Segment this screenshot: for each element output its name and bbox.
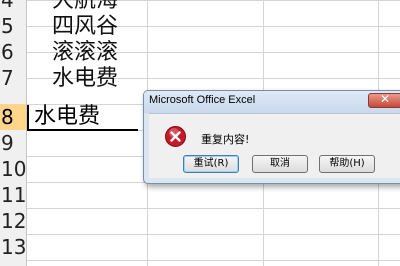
error-dialog: Microsoft Office Excel ✕ 重复内容! 重试(R) 取消 … [143,90,400,184]
cell-text[interactable]: 四风谷 [52,14,118,40]
row-number-selected[interactable]: 8 [0,104,26,130]
dialog-titlebar[interactable]: Microsoft Office Excel ✕ [144,91,400,113]
row-number[interactable]: 4 [0,0,26,13]
grid-row-line [27,260,400,261]
cell-text[interactable]: 滚滚滚 [52,40,118,66]
row-number[interactable]: 11 [0,182,26,208]
dialog-title: Microsoft Office Excel [149,94,256,106]
row-number[interactable]: 5 [0,13,26,39]
row-number[interactable]: 12 [0,208,26,234]
close-button[interactable]: ✕ [368,92,400,108]
row-number[interactable]: 7 [0,65,26,91]
grid-row-line [27,208,400,209]
row-number[interactable]: 9 [0,130,26,156]
row-number[interactable]: 10 [0,156,26,182]
cancel-button[interactable]: 取消 [252,155,308,173]
row-number[interactable]: 13 [0,234,26,260]
error-message: 重复内容! [201,133,250,146]
cell-editor-text[interactable]: 水电费 [34,104,100,130]
cell-text[interactable]: 大航海 [52,0,118,14]
error-icon [165,126,186,147]
close-icon: ✕ [379,92,391,106]
cell-text[interactable]: 水电费 [52,66,118,92]
help-button[interactable]: 帮助(H) [319,155,375,173]
retry-button[interactable]: 重试(R) [183,155,239,173]
row-header: 4 5 6 7 8 9 10 11 12 13 [0,0,27,266]
row-number[interactable]: 6 [0,39,26,65]
grid-row-line [27,234,400,235]
